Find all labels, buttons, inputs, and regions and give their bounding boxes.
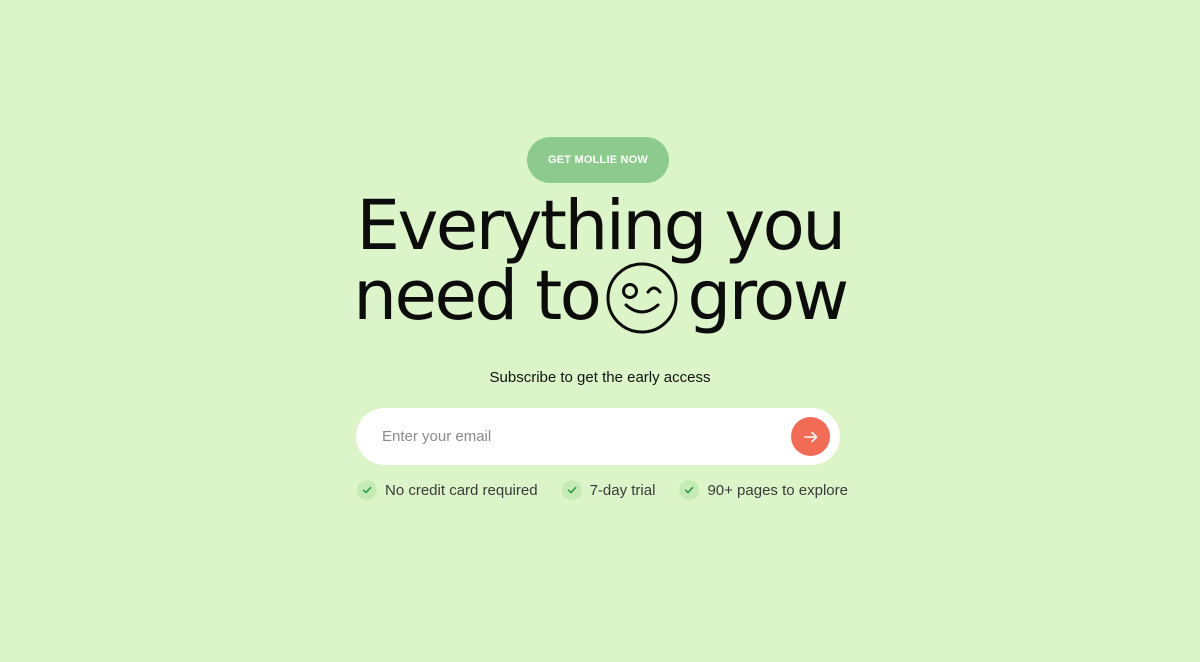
get-mollie-now-button[interactable]: GET MOLLIE NOW [527,137,669,183]
page-headline: Everything you need to grow [0,186,1200,336]
headline-text-need-to: need to [353,255,602,336]
headline-line-1: Everything you [356,186,846,266]
headline-text-grow: grow [687,255,849,336]
email-input[interactable] [380,407,791,466]
feature-label: 90+ pages to explore [707,481,848,499]
feature-label: 7-day trial [589,481,656,499]
feature-item-pages: 90+ pages to explore [679,480,848,500]
check-icon [357,480,377,500]
check-icon [679,480,700,500]
headline-line-2: need to grow [0,255,1200,336]
feature-label: No credit card required [385,481,538,499]
arrow-right-icon [803,431,817,442]
feature-item-trial: 7-day trial [561,480,656,500]
winking-smiley-icon [606,262,678,334]
subscribe-form [356,407,840,466]
feature-item-no-credit-card: No credit card required [357,480,538,500]
feature-list: No credit card required 7-day trial 90+ … [357,479,848,501]
submit-button[interactable] [791,417,830,456]
hero-section: GET MOLLIE NOW Everything you need to gr… [0,0,1200,662]
check-icon [561,480,582,500]
subtitle: Subscribe to get the early access [489,369,711,386]
